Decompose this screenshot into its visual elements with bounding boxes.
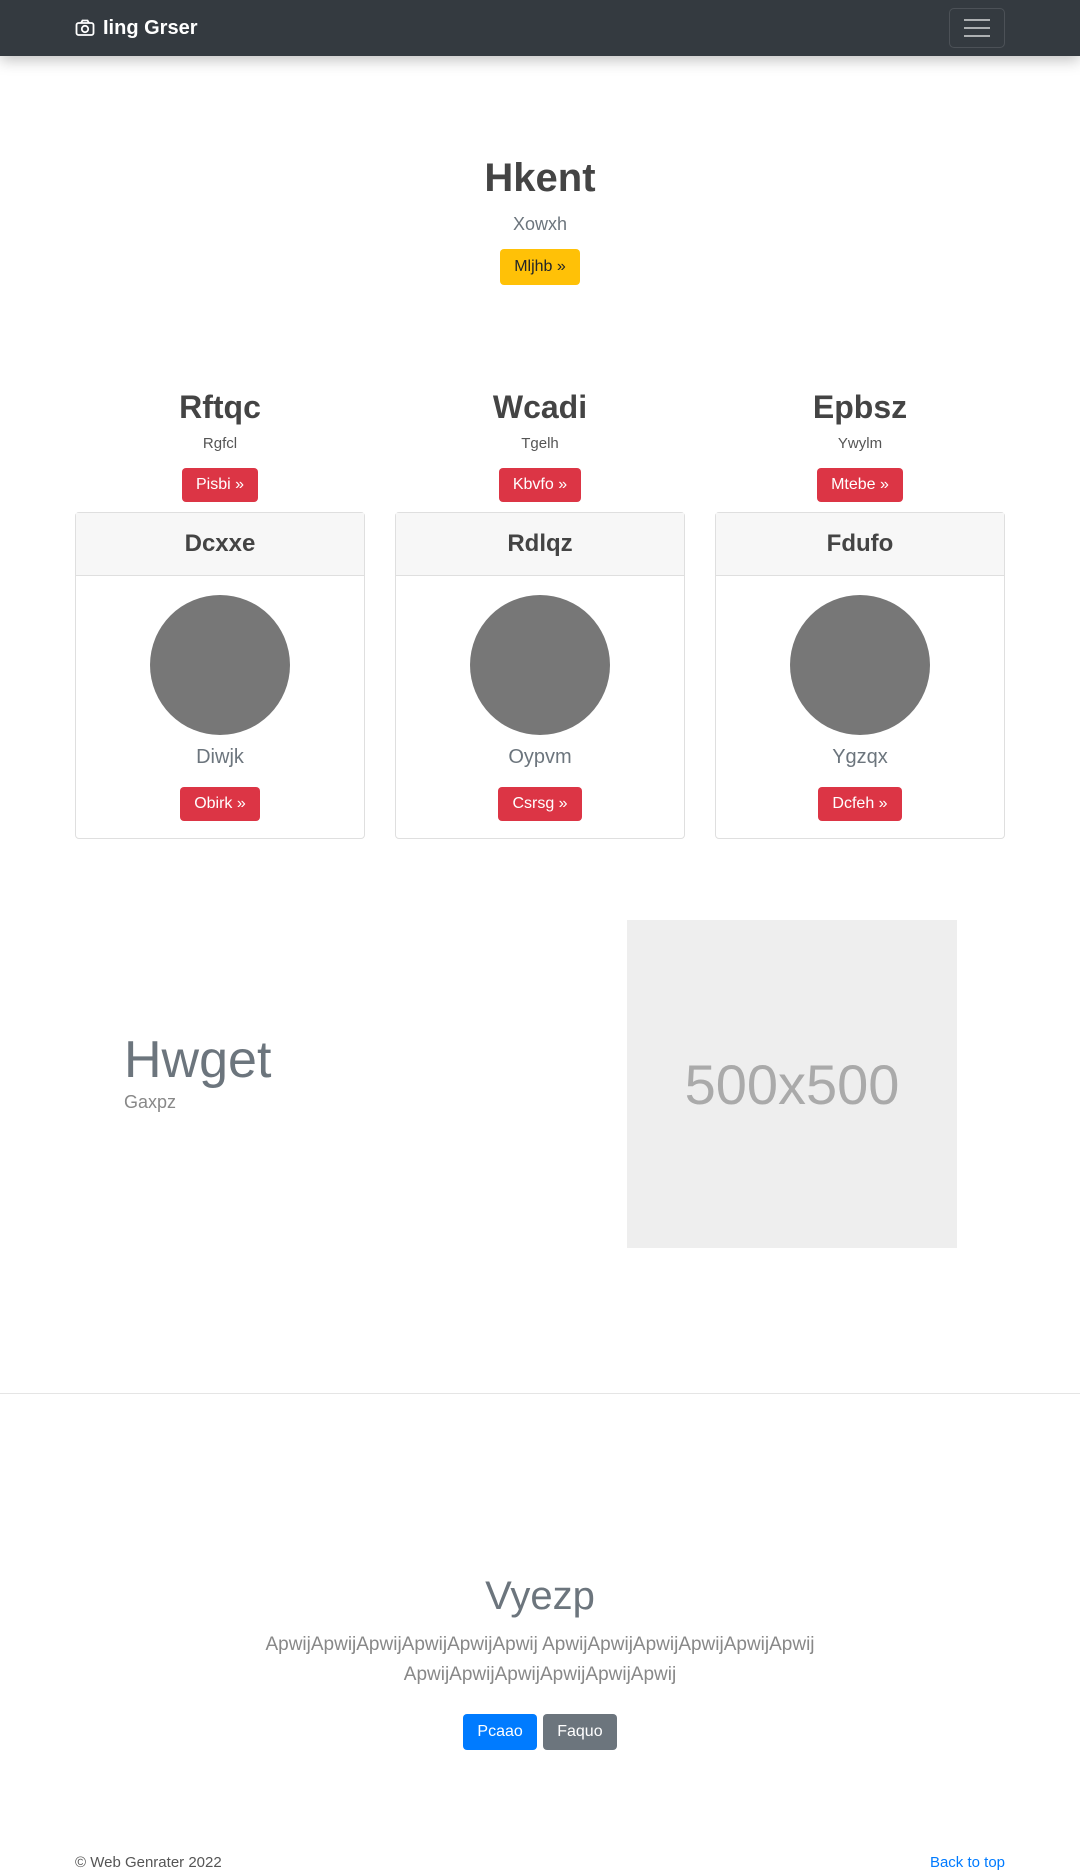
card-body: Diwjk Obirk » bbox=[76, 576, 364, 821]
hero-title: Hkent bbox=[484, 156, 596, 200]
placeholder-label: 500x500 bbox=[684, 1052, 900, 1116]
card-header: Rdlqz bbox=[396, 513, 684, 576]
feature-title: Wcadi bbox=[492, 389, 588, 425]
cta-title: Vyezp bbox=[485, 1574, 595, 1618]
card-body: Ygzqx Dcfeh » bbox=[716, 576, 1004, 821]
split-title: Hwget bbox=[124, 1031, 272, 1089]
hamburger-icon-line bbox=[964, 19, 990, 21]
card-button[interactable]: Dcfeh » bbox=[818, 787, 902, 821]
hero-section: Hkent Xowxh Mljhb » bbox=[0, 150, 1080, 285]
cta-text: ApwijApwijApwijApwijApwijApwij ApwijApwi… bbox=[265, 1634, 815, 1685]
footer-copyright: © Web Genrater 2022 bbox=[75, 1854, 222, 1871]
avatar bbox=[150, 595, 290, 735]
card-name: Ygzqx bbox=[832, 746, 888, 768]
feature-text: Ywylm bbox=[837, 435, 883, 452]
feature-column-1: Rftqc Rgfcl Pisbi » bbox=[75, 385, 365, 502]
feature-button[interactable]: Pisbi » bbox=[181, 468, 259, 502]
card-header: Dcxxe bbox=[76, 513, 364, 576]
back-to-top-link[interactable]: Back to top bbox=[930, 1854, 1005, 1871]
hamburger-icon-line bbox=[964, 35, 990, 37]
cta-primary-button[interactable]: Pcaao bbox=[463, 1714, 537, 1750]
split-text: Hwget Gaxpz bbox=[124, 1028, 271, 1113]
card-button[interactable]: Csrsg » bbox=[498, 787, 582, 821]
feature-title: Rftqc bbox=[179, 389, 261, 425]
profile-card-2: Rdlqz Oypvm Csrsg » bbox=[395, 512, 685, 839]
hero-subtitle: Xowxh bbox=[512, 214, 568, 234]
feature-text: Tgelh bbox=[521, 435, 559, 452]
avatar bbox=[790, 595, 930, 735]
card-name: Diwjk bbox=[196, 746, 244, 768]
navbar: Iing Grser bbox=[0, 0, 1080, 56]
card-body: Oypvm Csrsg » bbox=[396, 576, 684, 821]
brand-name: Iing Grser bbox=[103, 16, 198, 39]
feature-button[interactable]: Kbvfo » bbox=[498, 468, 582, 502]
feature-column-3: Epbsz Ywylm Mtebe » bbox=[715, 385, 1005, 502]
cta-secondary-button[interactable]: Faquo bbox=[543, 1714, 617, 1750]
feature-text: Rgfcl bbox=[202, 435, 238, 452]
cta-actions: Pcaao Faquo bbox=[0, 1714, 1080, 1750]
feature-title: Epbsz bbox=[812, 389, 908, 425]
feature-button[interactable]: Mtebe » bbox=[817, 468, 903, 502]
hero-button[interactable]: Mljhb » bbox=[500, 249, 580, 285]
profile-card-1: Dcxxe Diwjk Obirk » bbox=[75, 512, 365, 839]
navbar-toggler-button[interactable] bbox=[949, 8, 1005, 48]
camera-icon bbox=[75, 19, 95, 36]
feature-column-2: Wcadi Tgelh Kbvfo » bbox=[395, 385, 685, 502]
card-header: Fdufo bbox=[716, 513, 1004, 576]
section-divider bbox=[0, 1393, 1080, 1394]
placeholder-image: 500x500 bbox=[627, 920, 957, 1248]
cta-section: Vyezp ApwijApwijApwijApwijApwijApwij Apw… bbox=[0, 1570, 1080, 1750]
profile-card-3: Fdufo Ygzqx Dcfeh » bbox=[715, 512, 1005, 839]
avatar bbox=[470, 595, 610, 735]
split-subtitle: Gaxpz bbox=[124, 1092, 177, 1112]
brand-link[interactable]: Iing Grser bbox=[75, 15, 197, 41]
card-button[interactable]: Obirk » bbox=[180, 787, 260, 821]
hamburger-icon-line bbox=[964, 27, 990, 29]
card-name: Oypvm bbox=[508, 746, 572, 768]
